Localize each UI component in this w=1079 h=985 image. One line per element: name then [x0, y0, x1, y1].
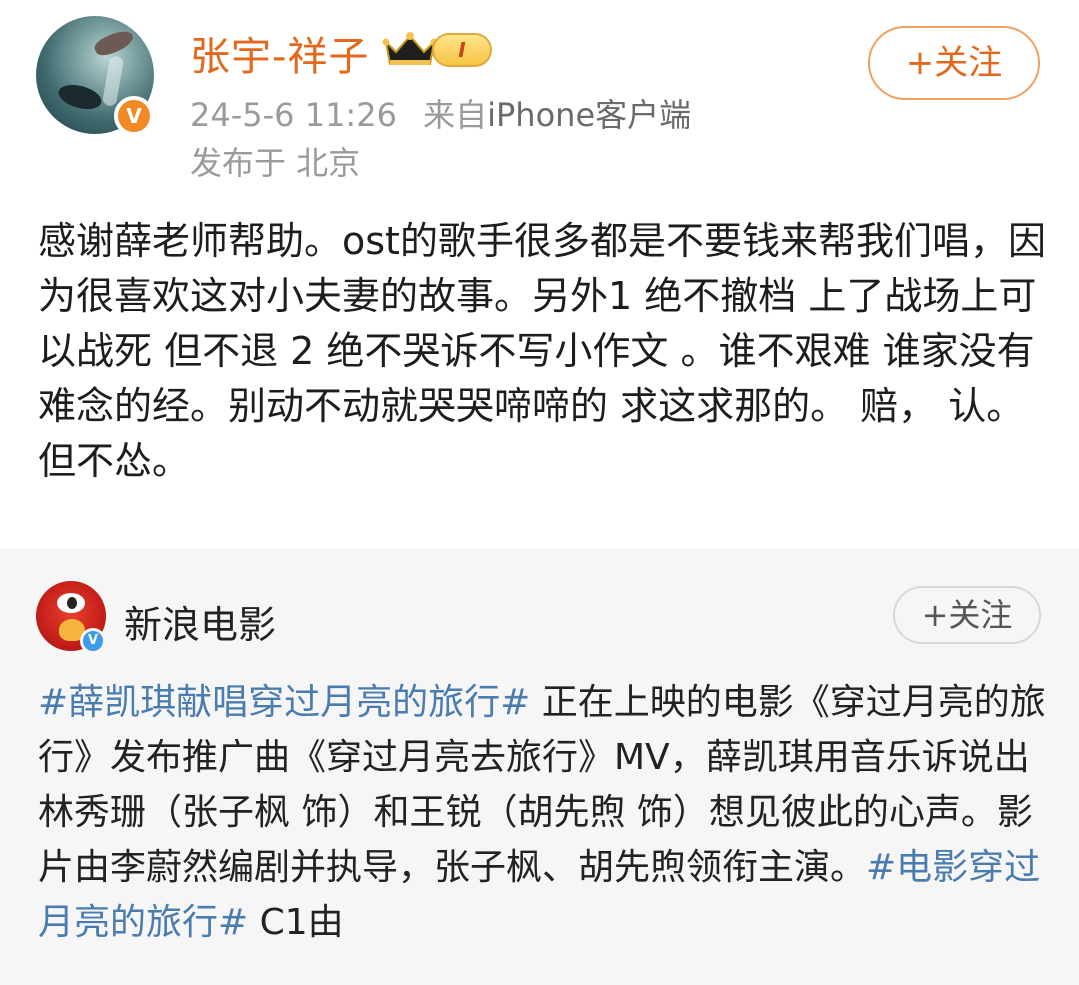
repost-body: #薛凯琪献唱穿过月亮的旅行# 正在上映的电影《穿过月亮的旅行》发布推广曲《穿过月… — [38, 675, 1048, 950]
avatar-diver — [55, 80, 105, 114]
avatar-bubbles — [101, 55, 125, 107]
post-username[interactable]: 张宇-祥子 — [190, 24, 369, 82]
verified-badge-icon: V — [114, 96, 154, 136]
member-level-badge[interactable]: I — [432, 33, 492, 67]
post-timestamp: 24-5-6 11:26 — [190, 96, 397, 134]
avatar-pupil — [67, 597, 77, 609]
post-location: 发布于 北京 — [190, 144, 361, 182]
repost-body-tail: C1由 — [248, 902, 344, 943]
weibo-post: V 张宇-祥子 I 24-5-6 11:26 来自iPhone客户端 发布于 北… — [0, 0, 1079, 548]
repost-username[interactable]: 新浪电影 — [124, 594, 276, 649]
follow-button[interactable]: +关注 — [868, 26, 1040, 100]
post-body: 感谢薛老师帮助。ost的歌手很多都是不要钱来帮我们唱，因为很喜欢这对小夫妻的故事… — [38, 219, 1046, 483]
avatar-figure — [92, 26, 136, 60]
hashtag-link[interactable]: #薛凯琪献唱穿过月亮的旅行# — [38, 682, 530, 723]
repost-verified-icon: V — [80, 628, 106, 654]
source-prefix: 来自 — [423, 96, 488, 134]
crown-icon — [382, 32, 438, 65]
source-client[interactable]: iPhone客户端 — [487, 96, 691, 134]
reposted-card[interactable]: V 新浪电影 +关注 #薛凯琪献唱穿过月亮的旅行# 正在上映的电影《穿过月亮的旅… — [0, 548, 1079, 985]
post-meta: 24-5-6 11:26 来自iPhone客户端 — [190, 90, 691, 136]
repost-follow-button[interactable]: +关注 — [893, 586, 1041, 644]
